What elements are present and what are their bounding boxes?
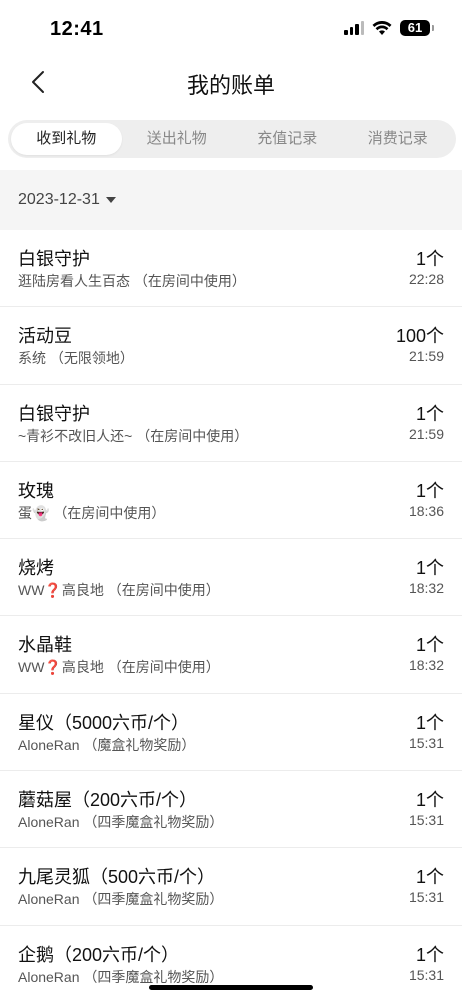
gift-time: 18:32 (408, 657, 444, 674)
nav-bar: 我的账单 (0, 58, 462, 106)
gift-time: 18:32 (408, 580, 444, 597)
list-item[interactable]: 活动豆 系统 （无限领地） 100个 21:59 (0, 307, 462, 385)
tab-spending-records[interactable]: 消费记录 (343, 123, 454, 155)
gift-time: 15:31 (408, 966, 444, 983)
home-indicator[interactable] (149, 985, 313, 990)
caret-down-icon (105, 197, 116, 203)
gift-name: 活动豆 (18, 326, 72, 347)
list-item[interactable]: 白银守护 ~青衫不改旧人还~ （在房间中使用） 1个 21:59 (0, 385, 462, 462)
gift-record-list: 白银守护 逛陆房看人生百态 （在房间中使用） 1个 22:28 活动豆 系统 （… (0, 230, 462, 1000)
gift-source: AloneRan （四季魔盒礼物奖励） (18, 814, 224, 831)
battery-level: 61 (407, 20, 423, 35)
gift-quantity: 1个 (415, 635, 444, 656)
list-item[interactable]: 星仪（5000六币/个） AloneRan （魔盒礼物奖励） 1个 15:31 (0, 694, 462, 772)
gift-quantity: 1个 (415, 403, 444, 424)
gift-quantity: 1个 (415, 790, 444, 811)
status-icons: 61 (344, 20, 434, 36)
gift-time: 22:28 (408, 271, 444, 287)
gift-name: 星仪（5000六币/个） (18, 712, 190, 733)
gift-time: 15:31 (408, 812, 444, 829)
date-filter[interactable]: 2023-12-31 (0, 170, 462, 230)
gift-name: 白银守护 (18, 403, 90, 424)
gift-source: AloneRan （魔盒礼物奖励） (18, 736, 196, 753)
tab-bar: 收到礼物 送出礼物 充值记录 消费记录 (8, 120, 456, 158)
gift-name: 烧烤 (18, 558, 54, 579)
gift-source: AloneRan （四季魔盒礼物奖励） (18, 968, 224, 985)
list-item[interactable]: 九尾灵狐（500六币/个） AloneRan （四季魔盒礼物奖励） 1个 15:… (0, 848, 462, 926)
gift-name: 玫瑰 (18, 480, 54, 501)
list-item[interactable]: 烧烤 WW❓高良地 （在房间中使用） 1个 18:32 (0, 539, 462, 617)
gift-name: 九尾灵狐（500六币/个） (18, 867, 216, 888)
page-title: 我的账单 (186, 73, 275, 98)
gift-name: 白银守护 (18, 249, 90, 269)
gift-name: 水晶鞋 (18, 635, 72, 656)
gift-time: 15:31 (408, 889, 444, 906)
tab-sent-gifts[interactable]: 送出礼物 (122, 123, 233, 155)
gift-source: 蛋👻 （在房间中使用） (18, 504, 166, 521)
gift-quantity: 1个 (415, 712, 444, 733)
gift-source: WW❓高良地 （在房间中使用） (18, 659, 220, 676)
tab-received-gifts[interactable]: 收到礼物 (11, 123, 122, 155)
gift-source: WW❓高良地 （在房间中使用） (18, 582, 220, 599)
gift-time: 18:36 (408, 502, 444, 519)
gift-source: 逛陆房看人生百态 （在房间中使用） (18, 273, 246, 289)
gift-quantity: 100个 (395, 326, 444, 347)
gift-source: ~青衫不改旧人还~ （在房间中使用） (18, 427, 249, 444)
gift-quantity: 1个 (415, 944, 444, 965)
status-time: 12:41 (50, 18, 104, 40)
list-item[interactable]: 水晶鞋 WW❓高良地 （在房间中使用） 1个 18:32 (0, 616, 462, 694)
gift-quantity: 1个 (415, 558, 444, 579)
list-item[interactable]: 玫瑰 蛋👻 （在房间中使用） 1个 18:36 (0, 462, 462, 540)
battery-icon: 61 (400, 20, 434, 36)
gift-quantity: 1个 (415, 249, 444, 269)
gift-source: 系统 （无限领地） (18, 350, 134, 367)
gift-name: 蘑菇屋（200六币/个） (18, 790, 198, 811)
list-item[interactable]: 白银守护 逛陆房看人生百态 （在房间中使用） 1个 22:28 (0, 230, 462, 308)
status-bar: 12:41 61 (0, 0, 462, 58)
gift-time: 15:31 (408, 734, 444, 751)
wifi-icon (372, 20, 392, 35)
gift-quantity: 1个 (415, 867, 444, 888)
list-item[interactable]: 蘑菇屋（200六币/个） AloneRan （四季魔盒礼物奖励） 1个 15:3… (0, 771, 462, 849)
gift-time: 21:59 (408, 348, 444, 365)
gift-name: 企鹅（200六币/个） (18, 944, 180, 965)
date-filter-value: 2023-12-31 (18, 191, 100, 208)
gift-source: AloneRan （四季魔盒礼物奖励） (18, 891, 224, 908)
tab-recharge-records[interactable]: 充值记录 (232, 123, 343, 155)
cellular-signal-icon (344, 21, 364, 35)
gift-time: 21:59 (408, 425, 444, 442)
gift-quantity: 1个 (415, 480, 444, 501)
